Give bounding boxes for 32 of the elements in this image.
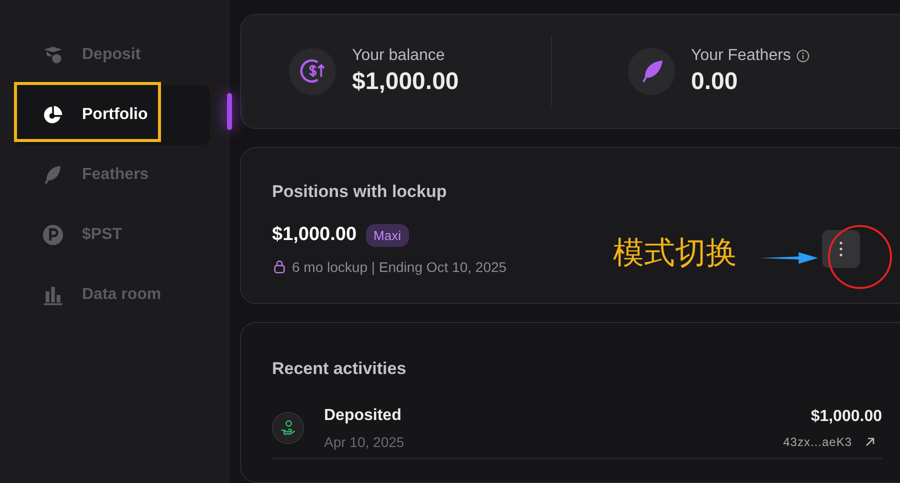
external-link-icon[interactable]	[864, 436, 876, 448]
pie-chart-icon	[42, 104, 64, 126]
stat-value: 0.00	[691, 68, 739, 96]
kebab-icon	[838, 241, 843, 258]
hat-coin-icon	[42, 44, 64, 66]
lockup-details: 6 mo lockup | Ending Oct 10, 2025	[292, 258, 507, 275]
active-indicator	[227, 93, 232, 130]
annotation-label: 模式切换	[613, 234, 737, 273]
sidebar-item[interactable]: Deposit	[14, 25, 210, 85]
lock-icon	[272, 259, 287, 274]
section-title: Recent activities	[272, 358, 408, 379]
p-coin-icon	[42, 224, 64, 246]
tier-badge: Maxi	[366, 224, 409, 247]
sidebar-item[interactable]: $PST	[14, 205, 210, 265]
more-options-button[interactable]	[822, 230, 860, 268]
transaction-link[interactable]: 43zx...aeK3	[783, 434, 852, 449]
position-amount: $1,000.00	[272, 224, 357, 246]
stat-label: Your Feathers	[691, 46, 791, 65]
sidebar-item[interactable]: Data room	[14, 265, 210, 325]
feather-icon	[628, 48, 675, 95]
activity-amount: $1,000.00	[810, 408, 882, 426]
activity-date: Apr 10, 2025	[324, 434, 406, 450]
stat-label: Your balance	[352, 46, 445, 65]
info-icon[interactable]	[796, 48, 810, 63]
stat-value: $1,000.00	[352, 68, 459, 96]
highlight-circle	[828, 225, 892, 289]
hand-coin-icon	[272, 412, 304, 444]
bar-chart-icon	[42, 284, 64, 306]
section-title: Positions with lockup	[272, 182, 448, 202]
sidebar-item[interactable]: Feathers	[14, 145, 210, 205]
activity-title: Deposited	[324, 406, 402, 425]
sidebar-item[interactable]: Portfolio	[14, 85, 210, 145]
